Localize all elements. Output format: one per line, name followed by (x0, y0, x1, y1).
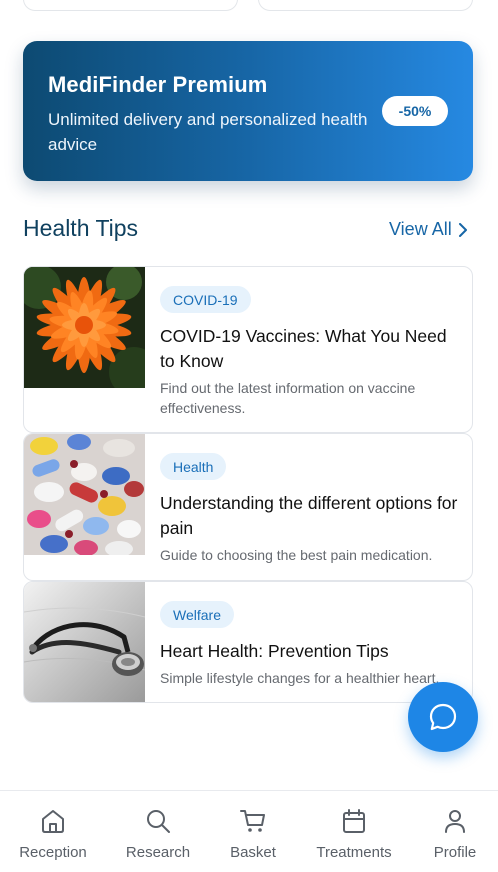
premium-banner[interactable]: MediFinder Premium Unlimited delivery an… (23, 41, 473, 181)
screen: MediFinder Premium Unlimited delivery an… (0, 0, 498, 872)
nav-label: Reception (19, 844, 87, 861)
bottom-nav: Reception Research Basket Treatments Pro… (0, 790, 498, 872)
tip-tag: Welfare (160, 601, 234, 628)
chevron-right-icon (458, 222, 467, 237)
tip-title: Understanding the different options for … (160, 493, 458, 538)
premium-subtitle: Unlimited delivery and personalized heal… (48, 110, 368, 154)
section-title: Health Tips (23, 215, 139, 241)
calendar-icon (343, 809, 365, 833)
tip-title: COVID-19 Vaccines: What You Need to Know (160, 326, 447, 371)
tip-image-stethoscope (24, 582, 146, 702)
nav-item-basket[interactable]: Basket (218, 791, 288, 872)
home-icon (42, 810, 64, 833)
nav-item-reception[interactable]: Reception (18, 791, 88, 872)
discount-badge: -50% (382, 96, 448, 126)
nav-label: Basket (230, 844, 276, 861)
tip-tag: Health (160, 453, 227, 480)
nav-item-profile[interactable]: Profile (424, 791, 486, 872)
search-icon (147, 810, 170, 833)
nav-item-treatments[interactable]: Treatments (312, 791, 396, 872)
cart-icon (240, 810, 265, 832)
tip-description: Guide to choosing the best pain medicati… (160, 547, 433, 563)
tip-card[interactable]: COVID-19 COVID-19 Vaccines: What You Nee… (23, 266, 473, 433)
category-card-partial[interactable] (23, 0, 238, 11)
tip-title: Heart Health: Prevention Tips (160, 641, 389, 661)
premium-title: MediFinder Premium (48, 72, 268, 97)
nav-label: Research (125, 844, 191, 861)
tip-card[interactable]: Welfare Heart Health: Prevention Tips Si… (23, 581, 473, 703)
user-icon (445, 810, 465, 833)
view-all-link[interactable]: View All (389, 219, 468, 240)
chat-button[interactable] (408, 682, 478, 752)
tip-card[interactable]: Health Understanding the different optio… (23, 433, 473, 581)
view-all-label: View All (389, 219, 452, 239)
tip-image-pills (24, 434, 145, 557)
tip-tag: COVID-19 (160, 286, 251, 313)
chat-bubble-icon (429, 703, 457, 731)
tip-image-flower (24, 267, 159, 397)
category-card-partial[interactable] (258, 0, 473, 11)
nav-label: Profile (433, 844, 477, 861)
tip-description: Find out the latest information on vacci… (160, 380, 416, 416)
nav-label: Treatments (316, 844, 392, 861)
tip-description: Simple lifestyle changes for a healthier… (160, 670, 440, 686)
nav-item-research[interactable]: Research (123, 791, 193, 872)
